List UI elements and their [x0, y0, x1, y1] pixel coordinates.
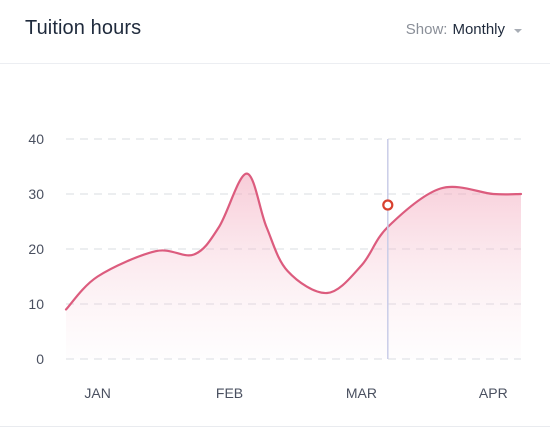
y-tick-label: 30 [28, 186, 44, 202]
caret-down-icon [514, 28, 522, 33]
period-dropdown-label: Show: [405, 21, 448, 38]
x-tick-label: FEB [216, 385, 243, 401]
x-tick-label: APR [479, 385, 508, 401]
x-tick-label: JAN [84, 385, 110, 401]
series-area-fill [66, 173, 521, 359]
period-dropdown[interactable]: Show: Monthly [406, 21, 522, 38]
period-dropdown-value: Monthly [452, 21, 505, 38]
card-header: Tuition hours Show: Monthly [0, 0, 550, 64]
y-tick-label: 40 [28, 131, 44, 147]
highlight-point[interactable] [382, 199, 394, 211]
y-tick-label: 0 [36, 351, 44, 367]
y-tick-label: 10 [28, 296, 44, 312]
x-tick-label: MAR [346, 385, 377, 401]
card-title: Tuition hours [25, 17, 142, 39]
y-tick-label: 20 [28, 241, 44, 257]
tuition-hours-chart: 0 10 20 30 40 JAN FEB MAR APR [28, 131, 523, 401]
tuition-hours-card: Tuition hours Show: Monthly 0 10 20 30 40 JAN… [0, 0, 550, 427]
